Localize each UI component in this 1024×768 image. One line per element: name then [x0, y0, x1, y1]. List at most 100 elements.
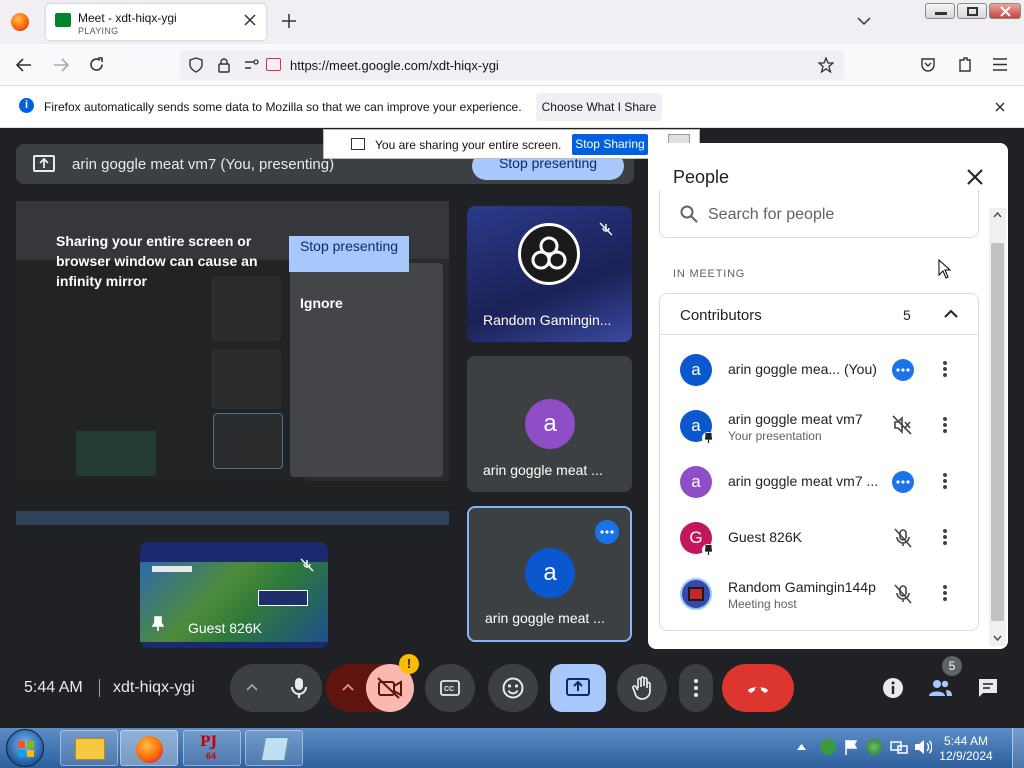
ignore-button[interactable]: Ignore [300, 295, 343, 311]
browser-tab-meet[interactable]: Meet - xdt-hiqx-ygi PLAYING [46, 4, 266, 40]
window-restore-button[interactable] [957, 3, 987, 19]
captions-button[interactable]: CC [425, 664, 475, 712]
back-arrow-icon[interactable] [16, 57, 32, 73]
participant-tile-arin-2[interactable]: a arin goggle meat ... [467, 506, 632, 642]
close-panel-icon[interactable] [967, 169, 983, 185]
new-tab-icon[interactable] [282, 14, 296, 28]
people-scrollbar[interactable] [989, 208, 1006, 646]
window-close-button[interactable] [989, 3, 1021, 19]
url-text: https://meet.google.com/xdt-hiqx-ygi [290, 58, 499, 73]
participant-name: arin goggle meat vm7 [728, 411, 863, 427]
stop-sharing-button[interactable]: Stop Sharing [572, 134, 648, 155]
taskbar-file-explorer[interactable] [60, 730, 118, 766]
reload-icon[interactable] [88, 56, 105, 73]
network-icon[interactable] [890, 739, 908, 755]
taskbar-time: 5:44 AM [943, 734, 989, 748]
more-options-icon[interactable] [943, 584, 947, 602]
notification-close-icon[interactable] [995, 102, 1005, 112]
speaking-indicator-icon [595, 520, 619, 544]
guest-muted-mic-icon [300, 558, 314, 572]
share-notice-text: You are sharing your entire screen. [375, 138, 562, 152]
search-placeholder: Search for people [708, 206, 835, 223]
contributors-group: Contributors 5 a arin goggle mea... (You… [659, 293, 979, 631]
audio-options-chevron-icon[interactable] [246, 683, 258, 691]
browser-tab-bar: Meet - xdt-hiqx-ygi PLAYING [0, 0, 1024, 44]
security-tray-icon[interactable] [820, 739, 836, 755]
chat-icon[interactable] [978, 678, 998, 698]
tab-close-icon[interactable] [244, 14, 256, 26]
arin-tile-name: arin goggle meat ... [483, 462, 603, 478]
firefox-icon [136, 736, 163, 763]
collapse-chevron-icon[interactable] [944, 309, 958, 318]
contributors-header[interactable]: Contributors 5 [660, 294, 978, 335]
taskbar-firefox[interactable] [120, 730, 178, 766]
tab-list-chevron-icon[interactable] [857, 16, 871, 26]
extensions-icon[interactable] [957, 56, 973, 73]
more-options-icon[interactable] [943, 416, 947, 434]
microphone-button[interactable] [276, 664, 322, 712]
search-icon [680, 205, 698, 223]
more-options-icon[interactable] [943, 472, 947, 490]
participant-subtitle: Your presentation [728, 429, 822, 443]
windows-taskbar: PJ 64 5:44 AM 12/9/2024 [0, 728, 1024, 768]
tracking-shield-icon[interactable] [189, 57, 203, 73]
more-options-button[interactable] [679, 664, 713, 712]
folder-icon [75, 738, 105, 760]
show-hidden-icons-icon[interactable] [797, 744, 806, 750]
network-globe-icon[interactable] [866, 739, 882, 755]
speaking-indicator-icon [892, 471, 914, 493]
raise-hand-button[interactable] [617, 664, 667, 712]
participant-row[interactable]: G Guest 826K [660, 510, 978, 566]
preview-stop-presenting-button[interactable]: Stop presenting [289, 236, 409, 272]
taskbar-pj64[interactable]: PJ 64 [183, 730, 241, 766]
forward-arrow-icon[interactable] [53, 57, 69, 73]
audio-controls [230, 664, 322, 712]
bookmark-star-icon[interactable] [818, 57, 834, 73]
reactions-button[interactable] [488, 664, 538, 712]
firefox-menu-icon[interactable] [11, 13, 29, 31]
meeting-details-icon[interactable] [882, 677, 904, 699]
meet-stage: arin goggle meat vm7 (You, presenting) S… [0, 129, 1024, 726]
scrollbar-thumb[interactable] [991, 243, 1004, 621]
participant-row[interactable]: a arin goggle mea... (You) [660, 342, 978, 398]
url-bar[interactable]: https://meet.google.com/xdt-hiqx-ygi [180, 50, 844, 80]
start-button[interactable] [6, 729, 44, 767]
choose-what-i-share-button[interactable]: Choose What I Share [536, 93, 662, 121]
window-minimize-button[interactable] [925, 3, 955, 19]
meet-favicon-icon [55, 13, 71, 27]
action-center-flag-icon[interactable] [844, 739, 858, 755]
participant-tile-arin-1[interactable]: a arin goggle meat ... [467, 356, 632, 492]
lock-icon[interactable] [218, 57, 230, 73]
participant-row[interactable]: Random Gamingin144p Meeting host [660, 566, 978, 622]
volume-icon[interactable] [914, 739, 932, 755]
more-options-icon[interactable] [943, 528, 947, 546]
mic-off-icon [894, 584, 912, 604]
more-options-icon[interactable] [943, 360, 947, 378]
video-options-chevron-icon[interactable] [342, 683, 354, 691]
pocket-icon[interactable] [920, 57, 936, 73]
browser-nav-bar: https://meet.google.com/xdt-hiqx-ygi [0, 44, 1024, 86]
participant-tile-guest[interactable]: Guest 826K [140, 542, 328, 648]
people-search-input[interactable]: Search for people [659, 190, 979, 238]
taskbar-clock[interactable]: 5:44 AM 12/9/2024 [936, 734, 996, 764]
presenting-text: arin goggle meat vm7 (You, presenting) [72, 156, 335, 173]
participant-row[interactable]: a arin goggle meat vm7 ... [660, 454, 978, 510]
present-screen-button[interactable] [550, 664, 606, 712]
screen-share-indicator-icon[interactable] [266, 58, 281, 71]
svg-text:CC: CC [444, 686, 454, 693]
people-icon[interactable] [928, 679, 952, 697]
participant-tile-random-gaming[interactable]: Random Gamingin... [467, 206, 632, 342]
taskbar-notepad[interactable] [245, 730, 303, 766]
share-screen-icon [351, 138, 365, 150]
participant-row[interactable]: a arin goggle meat vm7 Your presentation [660, 398, 978, 454]
arin-avatar-2: a [525, 548, 575, 598]
permissions-icon[interactable] [244, 58, 260, 72]
leave-call-button[interactable] [722, 664, 794, 712]
infinity-mirror-warning: Sharing your entire screen or browser wi… [56, 233, 258, 289]
obs-logo-avatar [518, 223, 580, 285]
show-desktop-button[interactable] [1012, 728, 1024, 768]
audio-off-icon[interactable] [892, 415, 912, 435]
hamburger-menu-icon[interactable] [993, 58, 1007, 71]
notification-text: Firefox automatically sends some data to… [44, 100, 522, 114]
camera-warning-icon: ! [399, 654, 419, 674]
